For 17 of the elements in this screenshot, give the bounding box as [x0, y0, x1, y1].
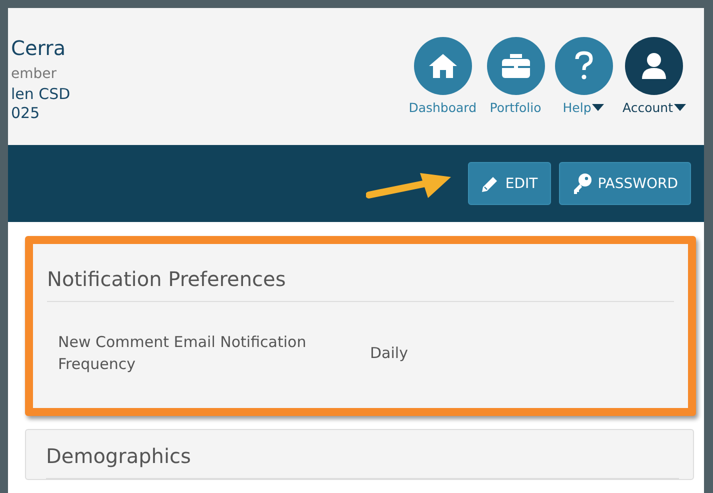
- edit-button[interactable]: EDIT: [468, 162, 551, 205]
- field-value: Daily: [370, 344, 408, 362]
- nav-link[interactable]: Portfolio: [486, 37, 545, 115]
- nav-link[interactable]: Account: [622, 37, 686, 115]
- field-label: New Comment Email Notification Frequency: [58, 332, 308, 375]
- nav-link[interactable]: Dashboard: [408, 37, 477, 115]
- arrow-icon: [366, 170, 452, 200]
- nav-link[interactable]: Help: [554, 37, 613, 115]
- pencil-icon: [481, 174, 500, 192]
- section-title: Notification Preferences: [47, 258, 674, 302]
- password-button[interactable]: PASSWORD: [558, 162, 691, 205]
- district-name: len CSD: [11, 85, 70, 104]
- section-title: Demographics: [46, 430, 679, 479]
- user-role: ember: [11, 66, 58, 82]
- key-icon: [572, 172, 592, 194]
- year-text: 025: [11, 104, 41, 123]
- user-name: Cerra: [11, 36, 67, 60]
